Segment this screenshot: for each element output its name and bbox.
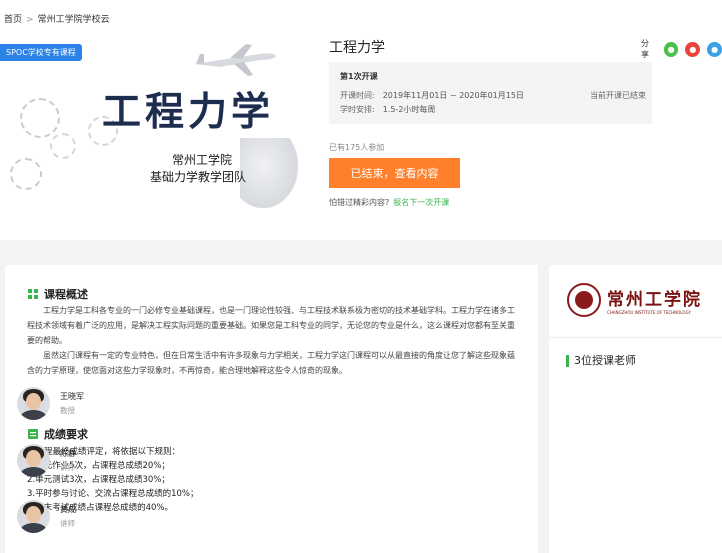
term-schedule-row: 学时安排: 1.5-2小时每周 — [340, 104, 435, 115]
wechat-icon[interactable]: ● — [663, 41, 679, 57]
grading-line: 4.期末考试成绩占课程总成绩的40%。 — [27, 503, 174, 513]
teacher-item[interactable]: 王晓军 教授 — [17, 387, 84, 420]
term-time-value: 2019年11月01日 ~ 2020年01月15日 — [382, 91, 524, 100]
breadcrumb: 首页 > 常州工学院学校云 — [4, 12, 110, 25]
breadcrumb-home-link[interactable]: 首页 — [4, 15, 22, 25]
gear-icon — [20, 98, 60, 138]
school-logo[interactable]: 常州工学院 CHANGZHOU INSTITUTE OF TECHNOLOGY — [567, 279, 707, 321]
view-content-button[interactable]: 已结束，查看内容 — [329, 158, 460, 188]
term-schedule-label: 学时安排: — [340, 105, 375, 114]
school-logo-english: CHANGZHOU INSTITUTE OF TECHNOLOGY — [607, 310, 691, 315]
grading-rules: 本课程最终成绩评定，将依据以下规则： 1.单元作业5次，占课程总成绩20%； 2… — [27, 445, 515, 515]
avatar[interactable] — [17, 444, 50, 477]
grading-heading-text: 成绩要求 — [44, 428, 88, 441]
cover-title: 工程力学 — [102, 90, 275, 135]
grading-line: 3.平时参与讨论、交流占课程总成绩的10%； — [27, 489, 199, 499]
breadcrumb-current-link[interactable]: 常州工学院学校云 — [38, 15, 110, 25]
divider — [549, 337, 722, 338]
spoc-badge: SPOC学校专有课程 — [0, 44, 82, 61]
grading-line: 1.单元作业5次，占课程总成绩20%； — [27, 461, 170, 471]
cover-team-name: 基础力学教学团队 — [150, 170, 247, 184]
teacher-sidebar: 常州工学院 CHANGZHOU INSTITUTE OF TECHNOLOGY … — [549, 265, 722, 553]
term-time-row: 开课时间: 2019年11月01日 ~ 2020年01月15日 — [340, 90, 524, 101]
next-term-prompt: 怕错过精彩内容? 报名下一次开课 — [329, 197, 449, 208]
teacher-name[interactable]: 黄成 — [60, 504, 76, 515]
term-name: 第1次开课 — [340, 72, 378, 81]
overview-paragraph: 虽然这门课程有一定的专业特色，但在日常生活中有许多现象与力学相关，工程力学这门课… — [27, 351, 515, 375]
next-term-question: 怕错过精彩内容? — [329, 198, 390, 207]
teacher-title: 讲师 — [60, 463, 75, 472]
course-header: 首页 > 常州工学院学校云 SPOC学校专有课程 工程力学 常州工学院 基础力学教学… — [0, 0, 722, 240]
teacher-name[interactable]: 王晓军 — [60, 391, 84, 402]
course-cover-image[interactable]: SPOC学校专有课程 工程力学 常州工学院 基础力学教学团队 — [0, 38, 298, 210]
teacher-title: 教授 — [60, 406, 75, 415]
weibo-icon[interactable]: ● — [685, 41, 701, 57]
term-schedule-value: 1.5-2小时每周 — [382, 105, 436, 114]
course-title: 工程力学 — [329, 40, 385, 56]
gear-icon — [50, 133, 76, 159]
term-time-label: 开课时间: — [340, 91, 375, 100]
gear-icon — [10, 158, 42, 190]
teacher-item[interactable]: 黄成 讲师 — [17, 500, 76, 533]
enrolled-count: 已有175人参加 — [329, 143, 385, 152]
term-status: 当前开课已结束 — [590, 91, 646, 100]
teachers-heading: 3位授课老师 — [566, 355, 636, 367]
cover-school: 常州工学院 基础力学教学团队 — [150, 152, 298, 186]
qq-icon[interactable]: ● — [707, 41, 722, 57]
grading-heading: 成绩要求 — [28, 426, 88, 442]
airplane-icon — [194, 44, 276, 76]
overview-paragraph: 工程力学是工科各专业的一门必修专业基础课程，也是一门理论性较强、与工程技术联系极… — [27, 306, 515, 345]
teacher-title: 讲师 — [60, 519, 75, 528]
document-icon — [28, 429, 38, 439]
course-detail-card: 课程概述 工程力学是工科各专业的一门必修专业基础课程，也是一门理论性较强、与工程… — [5, 265, 538, 553]
grading-line: 2.单元测试3次，占课程总成绩30%； — [27, 475, 170, 485]
avatar[interactable] — [17, 500, 50, 533]
share-bar: 分享 ● ● ● — [641, 38, 722, 60]
grid-icon — [28, 289, 38, 299]
enroll-next-term-link[interactable]: 报名下一次开课 — [393, 198, 449, 207]
cover-school-name: 常州工学院 — [172, 153, 233, 167]
share-label: 分享 — [641, 39, 649, 59]
teacher-name[interactable]: 陈静 — [60, 448, 76, 459]
school-logo-text: 常州工学院 CHANGZHOU INSTITUTE OF TECHNOLOGY — [607, 285, 702, 315]
overview-heading: 课程概述 — [28, 286, 88, 302]
overview-heading-text: 课程概述 — [44, 288, 88, 301]
school-logo-name: 常州工学院 — [607, 290, 702, 310]
avatar[interactable] — [17, 387, 50, 420]
school-seal-icon — [567, 283, 601, 317]
grading-line: 本课程最终成绩评定，将依据以下规则： — [27, 447, 181, 457]
breadcrumb-separator: > — [26, 15, 34, 25]
teacher-item[interactable]: 陈静 讲师 — [17, 444, 76, 477]
overview-text: 工程力学是工科各专业的一门必修专业基础课程，也是一门理论性较强、与工程技术联系极… — [27, 303, 515, 378]
term-info-box: 第1次开课 开课时间: 2019年11月01日 ~ 2020年01月15日 学时安… — [329, 62, 652, 124]
